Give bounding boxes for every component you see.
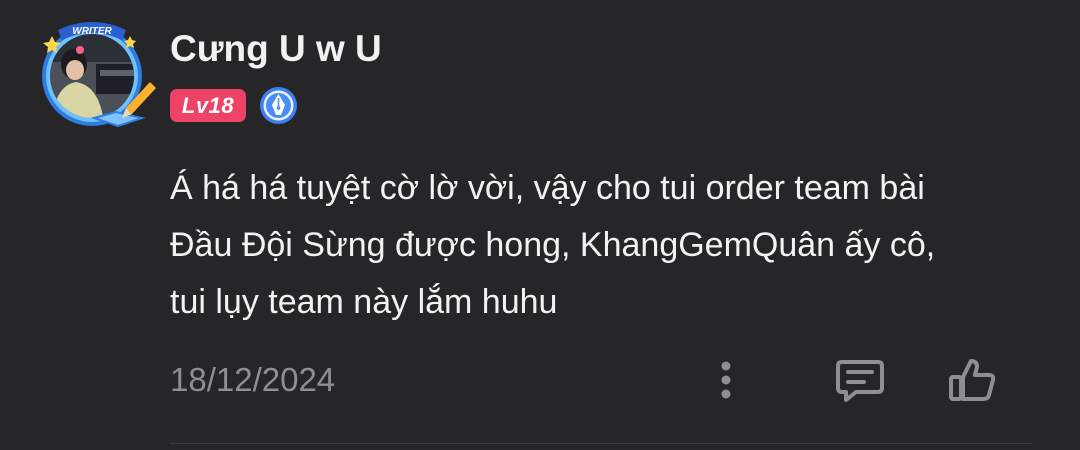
avatar-image: WRITER (42, 22, 156, 128)
comment-line: tui lụy team này lắm huhu (170, 283, 558, 321)
avatar[interactable]: WRITER (34, 14, 158, 132)
comment-line: Á há há tuyệt cờ lờ vời, vậy cho tui ord… (170, 169, 925, 207)
avatar-frame-label: WRITER (72, 26, 112, 37)
comment-date: 18/12/2024 (170, 361, 336, 398)
reply-button[interactable] (832, 352, 888, 408)
more-vertical-icon (721, 361, 731, 399)
comment-body: Á há há tuyệt cờ lờ vời, vậy cho tui ord… (170, 160, 1050, 331)
level-badge: Lv18 (170, 89, 246, 122)
comment-card: WRITER Cưng U w U Lv18 Á há há tuyệt cờ … (0, 0, 1080, 450)
like-button[interactable] (944, 352, 1000, 408)
pen-nib-icon (259, 86, 298, 125)
comment-line: Đầu Đội Sừng được hong, KhangGemQuân ấy … (170, 226, 936, 264)
divider (170, 443, 1032, 444)
author-name[interactable]: Cưng U w U (170, 27, 382, 71)
comment-icon (836, 360, 884, 402)
more-options-button[interactable] (698, 352, 754, 408)
thumbs-up-icon (949, 359, 996, 401)
